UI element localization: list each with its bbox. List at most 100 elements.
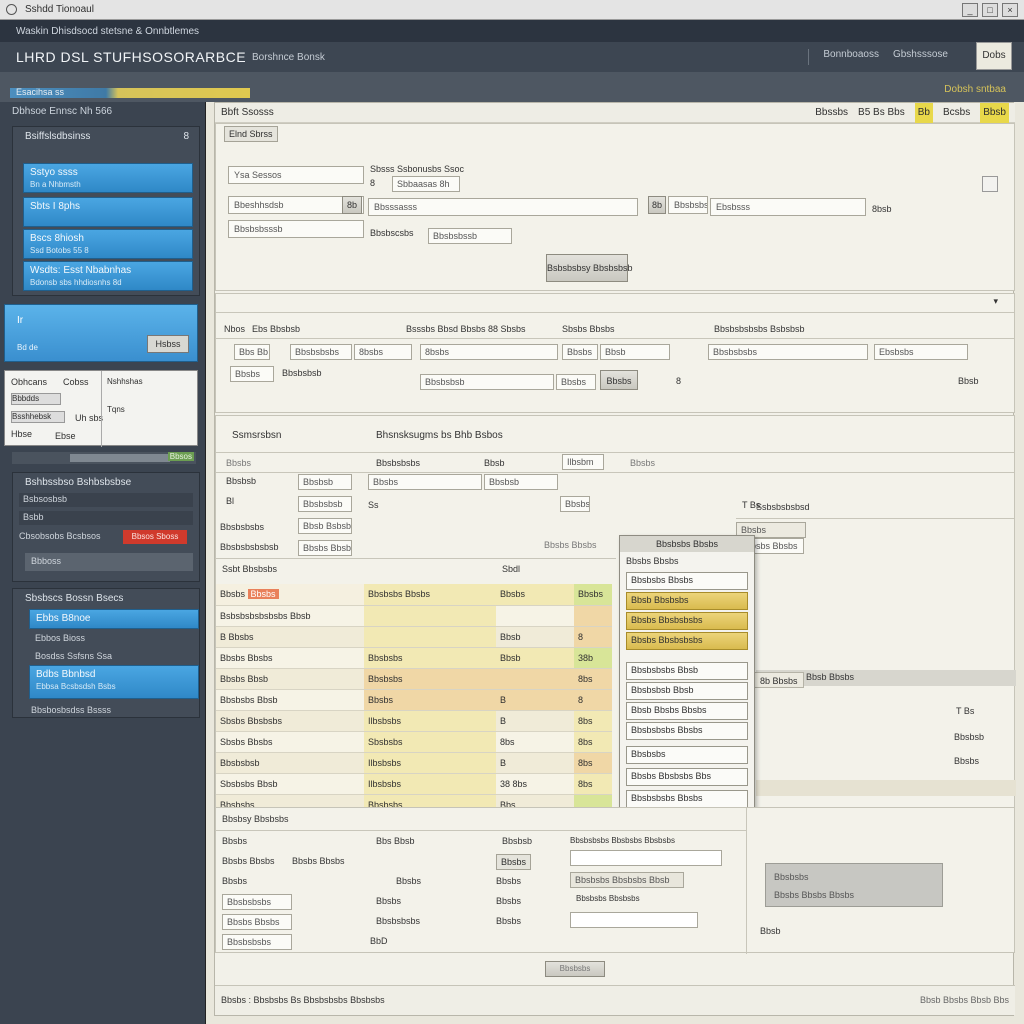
checkbox-icon[interactable] <box>982 176 998 192</box>
tab-chip[interactable]: Elnd Sbrss <box>224 126 278 142</box>
dropdown-item[interactable]: Bbsb Bbsbs Bbsbs <box>626 702 748 720</box>
filter-button[interactable]: Bbsbs <box>600 370 638 390</box>
dropdown-item-highlight[interactable]: Bbsbs Bbsbsbsbs <box>626 632 748 650</box>
close-button[interactable]: × <box>1002 2 1018 17</box>
sidebar-item-1[interactable]: Sstyo ssss Bn a Nhbmsth <box>23 163 193 193</box>
section-input[interactable]: Bbsbs <box>560 496 590 512</box>
sidebar-item-4[interactable]: Wsdts: Esst Nbabnhas Bdonsb sbs hhdiosnh… <box>23 261 193 291</box>
toolbar-item[interactable]: Bcsbs <box>943 103 970 123</box>
table-row[interactable]: Sbsbsbs Bbsb Ilbsbsbs 38 8bs 8bs <box>216 773 612 795</box>
right-input[interactable]: 8b Bbsbs <box>754 672 804 688</box>
section-input[interactable]: Bbsbsbsb <box>298 496 352 512</box>
filter-label: Bsssbs Bbsd Bbsbs 88 Sbsbs <box>406 324 526 334</box>
sidebar-panel-2: Bshbssbso Bshbsbsbse Bsbsosbsb Bsbb Cbso… <box>12 472 200 582</box>
lower-input[interactable]: Bbsbsbsbs <box>222 894 292 910</box>
field-button[interactable]: 8b <box>342 196 362 214</box>
sidebar-highlight-item[interactable]: Ir Bd de Hsbss <box>4 304 198 362</box>
filter-input[interactable]: Bbsbsbsbs <box>708 344 868 360</box>
dropdown-item[interactable]: Bbsbsbsbs Bbsbs <box>626 790 748 808</box>
lower-input[interactable]: Bbsbsbs Bbsbsbs Bbsb <box>570 872 684 888</box>
dropdown-item[interactable]: Bbsbsbs Bbsbs <box>626 572 748 590</box>
filter-input[interactable]: Bbsb <box>600 344 670 360</box>
sidebar-item-7[interactable]: Bbsbosbsdss Bssss <box>31 705 111 715</box>
help-button[interactable]: Dobs <box>976 42 1012 70</box>
table-row[interactable]: Bbsbsbs Bbsb Bbsbs B 8 <box>216 689 612 711</box>
filter-input[interactable]: Ebsbsbs <box>874 344 968 360</box>
nav-link[interactable]: Borshnce Bonsk <box>252 52 325 63</box>
filter-input[interactable]: Bbsbsbsbs <box>290 344 352 360</box>
lower-button[interactable]: Bbsbsbs <box>545 961 605 977</box>
dark-row[interactable]: Bsbsosbsb <box>19 493 193 507</box>
minimize-button[interactable]: _ <box>962 2 978 17</box>
maximize-button[interactable]: □ <box>982 2 998 17</box>
field-button[interactable]: 8b <box>648 196 666 214</box>
alert-button[interactable]: Bbsos Sboss <box>123 530 187 544</box>
summary-box[interactable]: Bbsbsbs Bbsbs Bbsbs Bbsbs <box>765 863 943 907</box>
highlight-button[interactable]: Hsbss <box>147 335 189 353</box>
nav-right-link-1[interactable]: Bonnboaoss <box>823 49 879 65</box>
lower-input[interactable]: Bbsbsbsbs <box>222 934 292 950</box>
dropdown-item[interactable]: Bbsbsbsb Bbsb <box>626 682 748 700</box>
gray-row[interactable]: Bbboss <box>25 553 193 571</box>
toolbar-item-highlight[interactable]: Bb <box>914 103 933 123</box>
table-row[interactable]: Bsbsbsbsbsbsbs Bbsb <box>216 605 612 627</box>
text-field[interactable]: Bbsbsbsssb <box>228 220 364 238</box>
value-field[interactable]: Sbbaasas 8h <box>392 176 460 192</box>
filter-input[interactable]: Bbsbsbsb <box>420 374 554 390</box>
lower-input[interactable] <box>570 912 698 928</box>
selected-row[interactable] <box>756 780 1016 796</box>
card-value: Ebse <box>55 431 76 441</box>
filter-input[interactable]: 8bsbs <box>354 344 412 360</box>
table-row[interactable]: B Bbsbs Bbsb 8 <box>216 626 612 648</box>
filter-input[interactable]: 8bsbs <box>420 344 558 360</box>
card-field[interactable]: Bbbdds <box>11 393 61 405</box>
toolbar-item-highlight[interactable]: Bbsb <box>980 103 1009 123</box>
dropdown-item[interactable]: Bbsbsbsbs Bbsbs <box>626 722 748 740</box>
sidebar-panel-3: Sbsbscs Bossn Bsecs Ebbs B8noe Ebbos Bio… <box>12 588 200 718</box>
sidebar-item-5[interactable]: Ebbs B8noe <box>29 609 199 629</box>
header-nav-right: Bonnboaoss Gbshsssose <box>808 49 948 65</box>
table-cell: 8bs <box>574 752 612 774</box>
table-row[interactable]: Bbsbsbsb Ilbsbsbs B 8bs <box>216 752 612 774</box>
lower-input[interactable]: Bbsbs Bbsbs <box>222 914 292 930</box>
value-field[interactable]: Bbsbsbssb <box>668 196 708 214</box>
section-input[interactable]: Bbsbs Bbsbs <box>298 540 352 556</box>
filter-input[interactable]: Bbsbs <box>556 374 596 390</box>
text-field[interactable]: Ysa Sessos <box>228 166 364 184</box>
section-input[interactable]: Bbsbsb <box>484 474 558 490</box>
filter-input[interactable]: Bbsbs <box>562 344 598 360</box>
section-input[interactable]: Bbsbsb <box>298 474 352 490</box>
lower-input[interactable] <box>570 850 722 866</box>
dropdown-item-highlight[interactable]: Bbsbs Bbsbsbsbs <box>626 612 748 630</box>
sidebar-item-label: Wsdts: Esst Nbabnhas <box>30 265 132 276</box>
toolbar-item[interactable]: Bbssbs <box>815 103 848 123</box>
filter-input[interactable]: Bbs Bb <box>234 344 270 360</box>
sidebar-item-6[interactable]: Bdbs Bbnbsd Ebbsa Bcsbsdsh Bsbs <box>29 665 199 699</box>
value-field[interactable]: Ebsbsss <box>710 198 866 216</box>
lower-chip[interactable]: Bbsbs <box>496 854 532 870</box>
section-input[interactable]: Bbsb Bsbsb <box>298 518 352 534</box>
dropdown-item[interactable]: Bbsbsbsbs Bbsb <box>626 662 748 680</box>
dropdown-item[interactable]: Bbsbsbs <box>626 746 748 764</box>
sidebar-item-3[interactable]: Bscs 8hiosh Ssd Botobs 55 8 <box>23 229 193 259</box>
submit-button[interactable]: Bsbsbsbsy Bbsbsbsb <box>546 254 633 282</box>
table-row[interactable]: Bbsbs Bbsbs Bbsbsbs Bbsb 38b <box>216 647 612 669</box>
filter-input[interactable]: Bbsbs <box>230 366 274 382</box>
filter-label: Bbsbsbsbsbs Bsbsbsb <box>714 324 805 334</box>
dropdown-item-highlight[interactable]: Bbsb Bbsbsbs <box>626 592 748 610</box>
table-row[interactable]: Bbsbs Bbsb Bbsbsbs 8bs <box>216 668 612 690</box>
toolbar-item[interactable]: B5 Bs Bbs <box>858 103 905 123</box>
table-row[interactable]: Sbsbs Bbsbsbs Ilbsbsbs B 8bs <box>216 710 612 732</box>
section-input[interactable]: Bbsbs <box>368 474 482 490</box>
nav-right-link-2[interactable]: Gbshsssose <box>893 49 948 65</box>
menubar-text[interactable]: Waskin Dhisdsocd stetsne & Onnbtlemes <box>16 26 199 37</box>
card-field[interactable]: Bsshhebsk <box>11 411 65 423</box>
section-input[interactable]: Ilbsbm <box>562 454 604 470</box>
dark-row[interactable]: Bsbb <box>19 511 193 525</box>
sidebar-item-2[interactable]: Sbts I 8phs <box>23 197 193 227</box>
chevron-down-icon[interactable]: ▾ <box>993 296 998 307</box>
wide-field[interactable]: Bbsssasss <box>368 198 638 216</box>
table-row[interactable]: Sbsbs Bbsbs Sbsbsbs 8bs 8bs <box>216 731 612 753</box>
value-field[interactable]: Bbsbsbssb <box>428 228 512 244</box>
dropdown-item[interactable]: Bbsbs Bbsbsbs Bbs <box>626 768 748 786</box>
